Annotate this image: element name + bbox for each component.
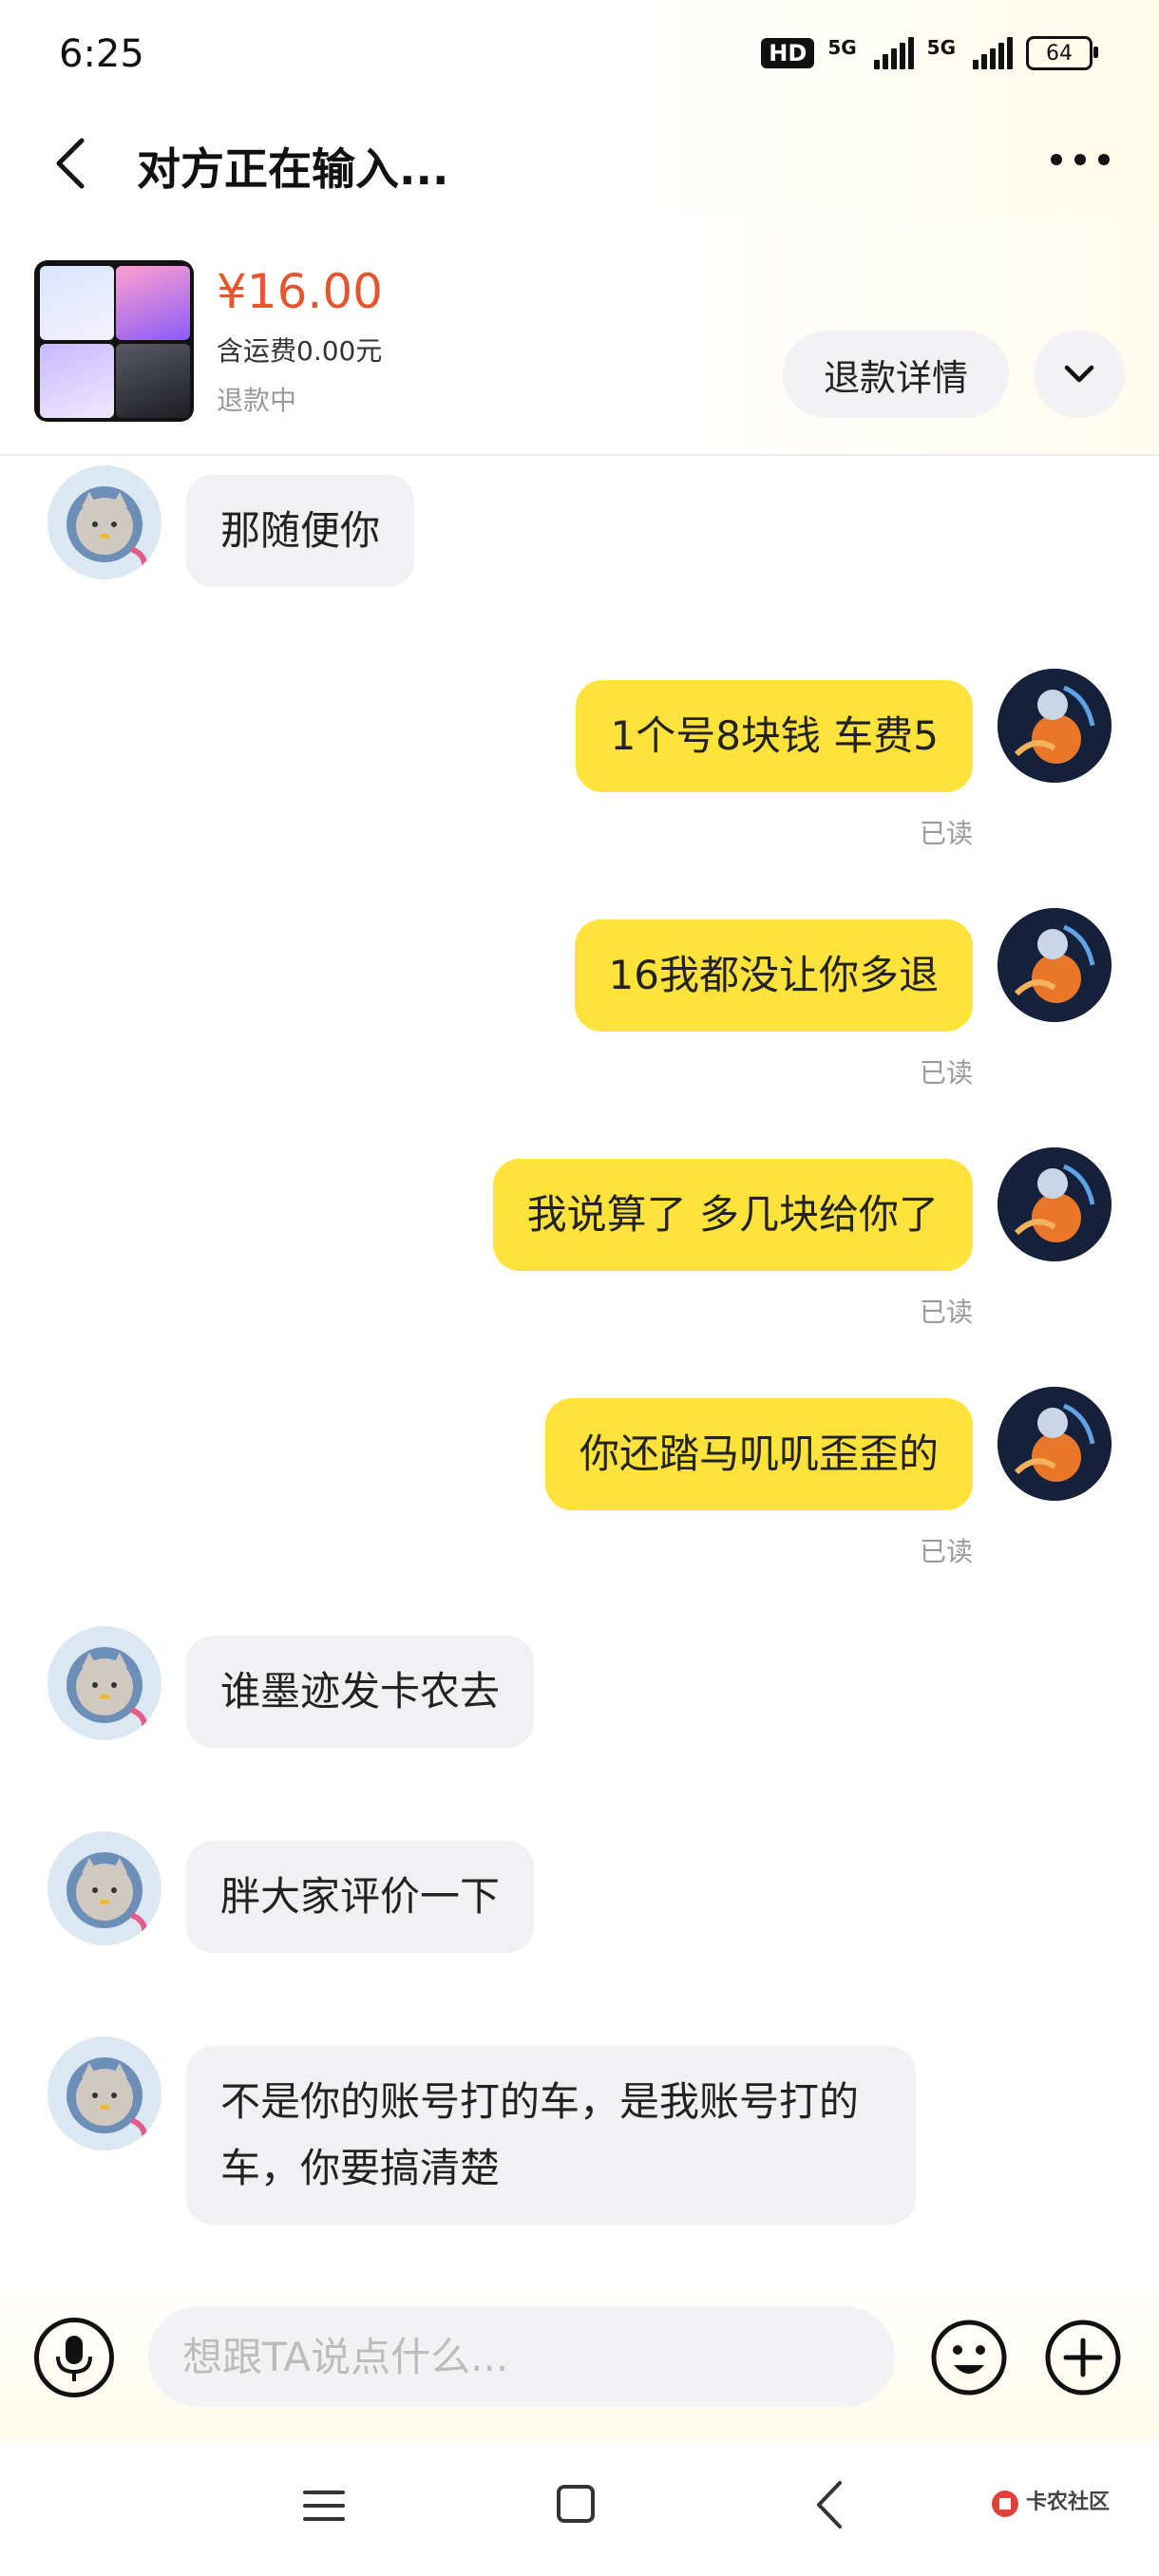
order-price: ¥16.00 xyxy=(217,264,383,319)
user-avatar-image xyxy=(998,1387,1112,1501)
user-avatar-image xyxy=(998,669,1112,783)
cat-astronaut-icon xyxy=(49,1833,160,1943)
signal-2-label: 5G xyxy=(926,36,956,59)
message-bubble-outgoing[interactable]: 你还踏马叽叽歪歪的 xyxy=(544,1398,973,1510)
plus-icon[interactable] xyxy=(1043,2318,1123,2397)
read-receipt: 已读 xyxy=(919,1536,973,1567)
refund-detail-button[interactable]: 退款详情 xyxy=(783,331,1009,418)
emoji-icon[interactable] xyxy=(929,2318,1009,2397)
message-bubble-outgoing[interactable]: 16我都没让你多退 xyxy=(574,919,973,1032)
thumb-image-1 xyxy=(40,266,114,340)
message-bubble-outgoing[interactable]: 1个号8块钱 车费5 xyxy=(576,680,973,792)
message-bubble-outgoing[interactable]: 我说算了 多几块给你了 xyxy=(492,1159,973,1271)
message-input[interactable] xyxy=(148,2306,895,2407)
battery-level: 64 xyxy=(1046,41,1073,66)
read-receipt: 已读 xyxy=(919,1057,973,1089)
my-avatar[interactable] xyxy=(998,1147,1112,1261)
recent-apps-icon[interactable] xyxy=(302,2487,346,2525)
shipping-fee: 含运费0.00元 xyxy=(217,335,383,367)
my-avatar[interactable] xyxy=(998,908,1112,1022)
status-bar: 6:25 HD 5G 5G 64 xyxy=(0,0,1159,114)
watermark-text: 卡农社区 xyxy=(1026,2491,1111,2514)
microphone-icon xyxy=(56,2336,92,2381)
seller-avatar[interactable] xyxy=(48,1626,162,1740)
thumb-image-4 xyxy=(116,344,190,418)
status-time: 6:25 xyxy=(59,32,144,76)
input-bar xyxy=(0,2280,1159,2441)
back-arrow-icon[interactable] xyxy=(49,135,91,192)
voice-button[interactable] xyxy=(34,2318,114,2397)
message-bubble-incoming[interactable]: 那随便你 xyxy=(186,475,415,587)
order-card[interactable]: ¥16.00 含运费0.00元 退款中 退款详情 xyxy=(0,218,1159,456)
user-avatar-image xyxy=(998,1147,1112,1261)
user-avatar-image xyxy=(998,908,1112,1022)
product-thumbnail[interactable] xyxy=(34,260,194,422)
home-icon[interactable] xyxy=(555,2483,597,2525)
hd-badge: HD xyxy=(761,38,815,68)
message-bubble-incoming[interactable]: 不是你的账号打的车，是我账号打的车，你要搞清楚 xyxy=(186,2046,916,2225)
cat-astronaut-icon xyxy=(49,2038,160,2149)
thumb-image-3 xyxy=(40,344,114,418)
expand-button[interactable] xyxy=(1034,331,1125,418)
cat-astronaut-icon xyxy=(49,467,160,578)
read-receipt: 已读 xyxy=(919,1297,973,1328)
battery-icon: 64 xyxy=(1026,36,1098,70)
system-nav-bar: 卡农社区 xyxy=(0,2441,1159,2576)
refund-status: 退款中 xyxy=(217,385,297,416)
watermark-logo-icon xyxy=(992,2491,1018,2517)
message-bubble-incoming[interactable]: 谁墨迹发卡农去 xyxy=(186,1636,535,1748)
message-bubble-incoming[interactable]: 胖大家评价一下 xyxy=(186,1841,535,1953)
seller-avatar[interactable] xyxy=(48,2036,162,2150)
chevron-down-icon xyxy=(1064,365,1094,383)
cat-astronaut-icon xyxy=(49,1628,160,1738)
signal-1-icon xyxy=(873,37,914,69)
chat-header: 对方正在输入... xyxy=(0,114,1159,218)
chat-title: 对方正在输入... xyxy=(137,143,449,195)
thumb-image-2 xyxy=(116,266,190,340)
status-icons: HD 5G 5G 64 xyxy=(761,36,1098,70)
seller-avatar[interactable] xyxy=(48,465,162,579)
more-options-icon[interactable] xyxy=(1047,141,1113,179)
signal-2-icon xyxy=(973,37,1013,69)
chat-screen: 6:25 HD 5G 5G 64 对方正在输入... ¥16.00 含运费0.0… xyxy=(0,0,1159,2576)
my-avatar[interactable] xyxy=(998,1387,1112,1501)
read-receipt: 已读 xyxy=(919,818,973,849)
watermark: 卡农社区 xyxy=(988,2483,1121,2540)
seller-avatar[interactable] xyxy=(48,1831,162,1945)
nav-back-icon[interactable] xyxy=(813,2479,846,2530)
signal-1-label: 5G xyxy=(827,36,857,59)
my-avatar[interactable] xyxy=(998,669,1112,783)
